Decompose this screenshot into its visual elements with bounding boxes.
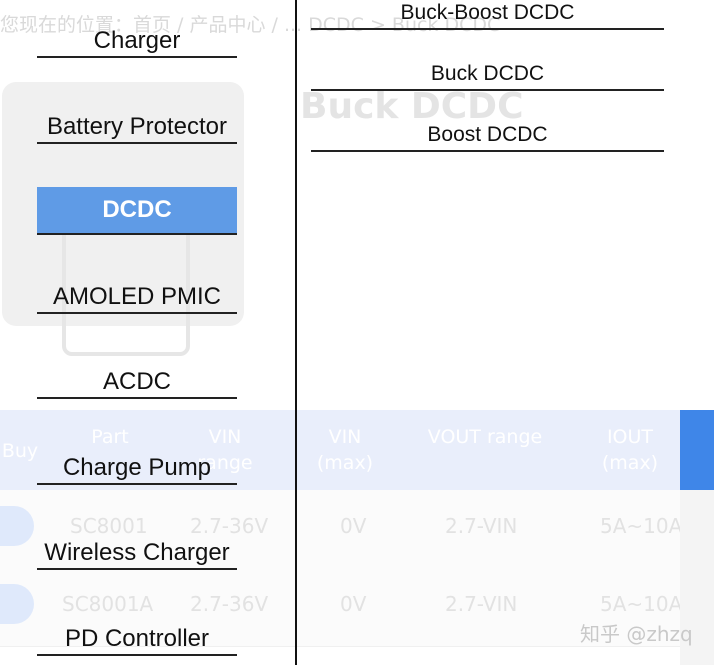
- table-cell: 2.7-VIN: [445, 592, 518, 616]
- submenu-item-buck-boost-dcdc[interactable]: Buck-Boost DCDC: [311, 0, 664, 30]
- category-menu: Charger Battery Protector DCDC AMOLED PM…: [0, 0, 296, 665]
- table-header-cell: VOUT range: [427, 426, 543, 448]
- menu-item-dcdc[interactable]: DCDC: [37, 187, 237, 235]
- table-cell: 5A~10A: [600, 592, 683, 616]
- table-cell: 5A~10A: [600, 514, 683, 538]
- menu-item-acdc[interactable]: ACDC: [37, 367, 237, 399]
- menu-item-wireless-charger[interactable]: Wireless Charger: [37, 538, 237, 570]
- table-header-cell: VIN (max): [316, 426, 374, 474]
- submenu-item-buck-dcdc[interactable]: Buck DCDC: [311, 59, 664, 91]
- menu-divider: [295, 0, 297, 665]
- table-cell: 2.7-VIN: [445, 514, 518, 538]
- submenu-item-boost-dcdc[interactable]: Boost DCDC: [311, 120, 664, 152]
- menu-item-battery-protector[interactable]: Battery Protector: [37, 112, 237, 144]
- menu-item-charge-pump[interactable]: Charge Pump: [37, 453, 237, 485]
- menu-item-amoled-pmic[interactable]: AMOLED PMIC: [37, 282, 237, 314]
- table-cell: 0V: [340, 592, 367, 616]
- menu-item-pd-controller[interactable]: PD Controller: [37, 624, 237, 656]
- table-header-accent: [680, 410, 714, 490]
- watermark: 知乎 @zhzq: [580, 622, 693, 646]
- menu-item-charger[interactable]: Charger: [37, 26, 237, 58]
- table-header-cell: IOUT (max): [601, 426, 659, 474]
- table-cell: 0V: [340, 514, 367, 538]
